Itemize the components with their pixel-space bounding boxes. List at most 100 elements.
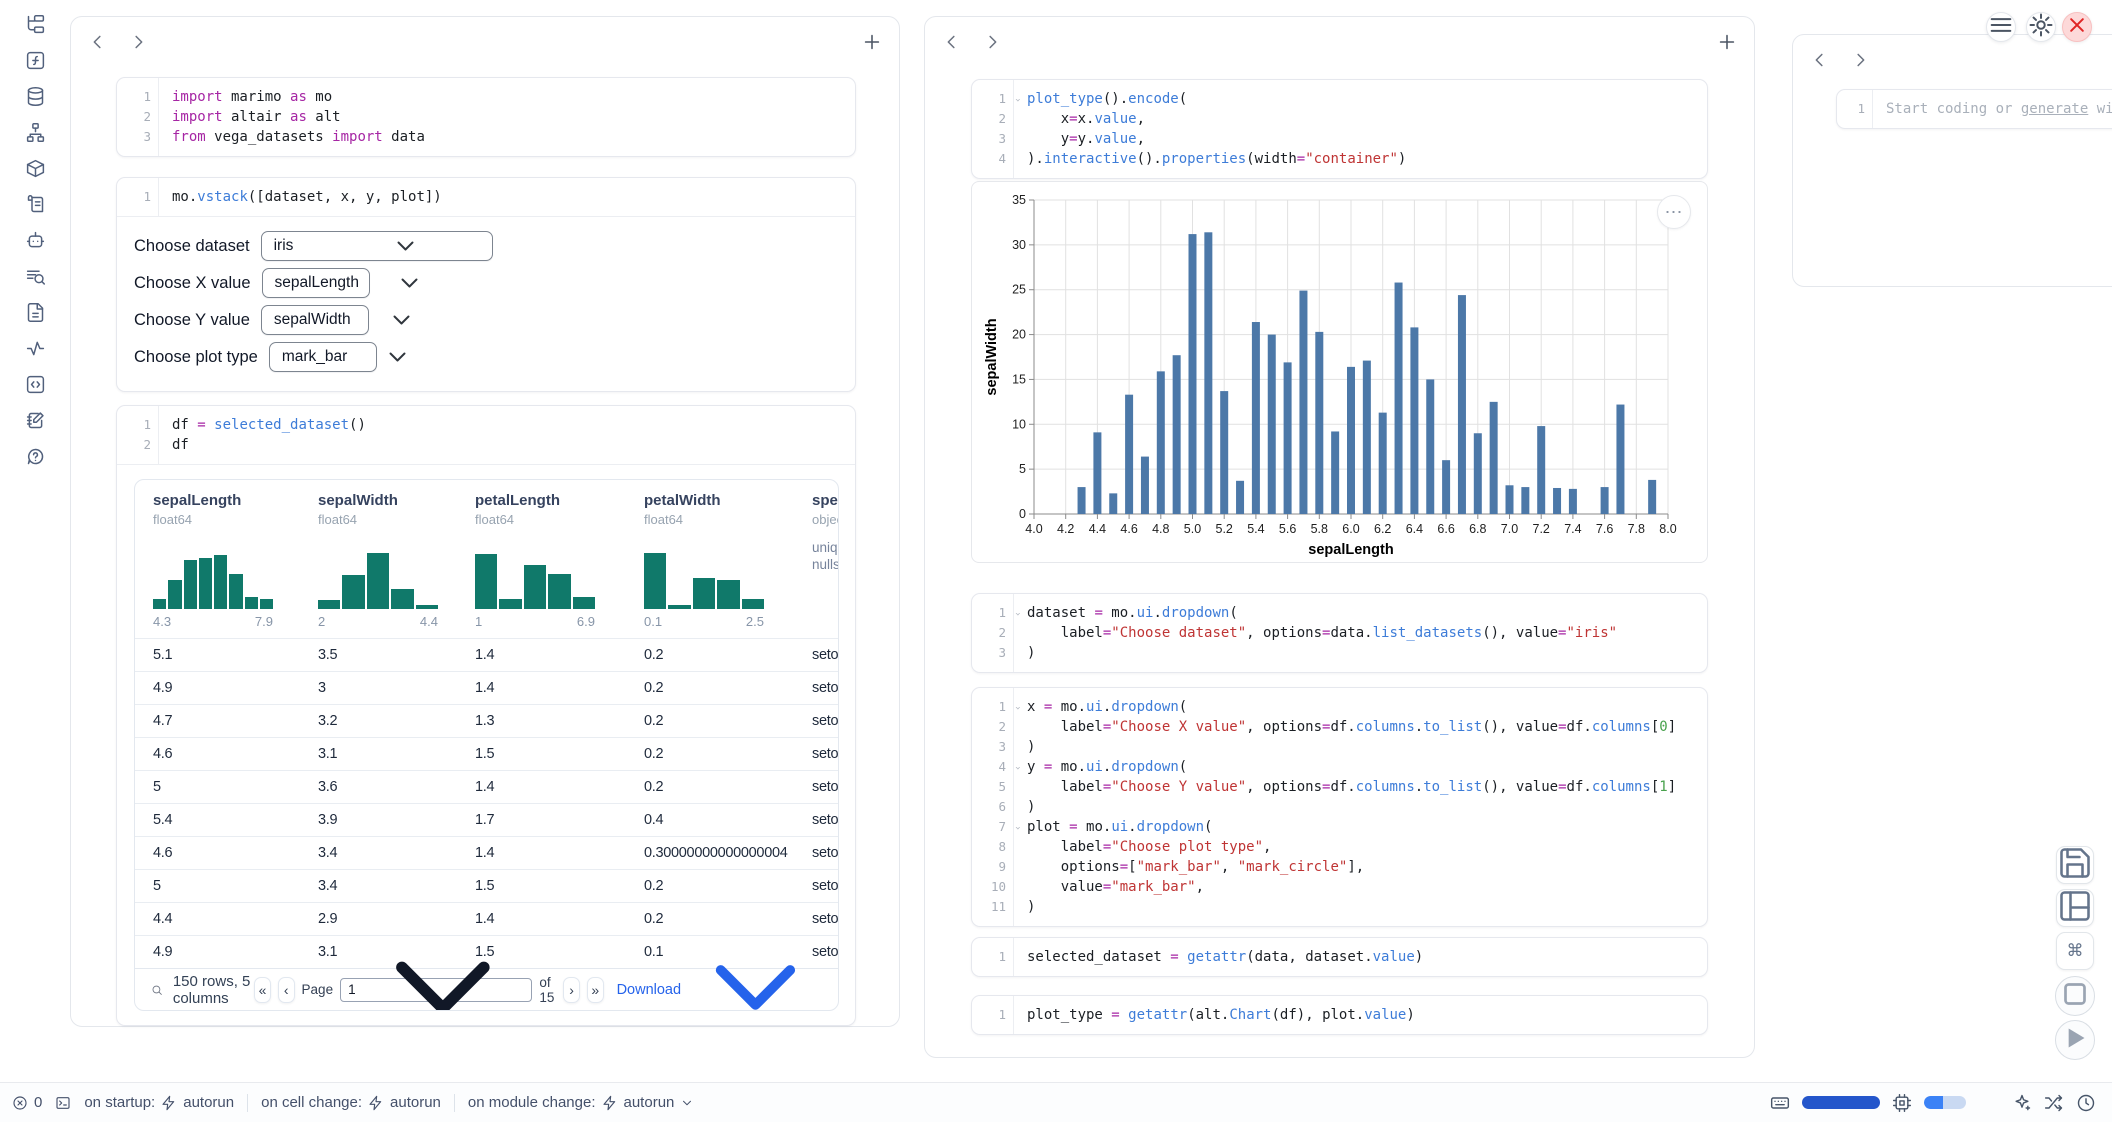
table-cell: 4.6 [135,746,300,762]
code-editor[interactable]: df = selected_dataset()df [159,406,855,464]
chart-menu-button[interactable]: ⋯ [1657,195,1691,229]
autorun-setting-0[interactable]: on startup:autorun [84,1094,234,1111]
cpu-indicator[interactable] [1892,1093,1912,1113]
keyboard-indicator[interactable] [1770,1093,1790,1113]
table-row[interactable]: 53.61.40.2setosa [135,770,838,803]
table-row[interactable]: 5.43.91.70.4setosa [135,803,838,836]
save-button[interactable] [2056,846,2094,884]
help-icon[interactable] [25,446,46,467]
table-row[interactable]: 4.73.21.30.2setosa [135,704,838,737]
menu-button[interactable] [1986,12,2016,42]
column-forward-button[interactable] [1849,49,1871,71]
interrupt-button[interactable] [2055,976,2095,1016]
column-type: float64 [318,512,457,530]
code-cell-imports[interactable]: 123 import marimo as moimport altair as … [116,77,856,157]
code-editor[interactable]: import marimo as moimport altair as altf… [159,78,855,156]
run-button[interactable] [2055,1020,2095,1060]
download-button[interactable]: Download [617,918,825,1011]
activity-icon[interactable] [25,338,46,359]
column-header-sepalLength[interactable]: sepalLengthfloat644.37.9 [135,480,300,638]
x-value-select[interactable]: sepalLength [262,268,370,298]
column-header-species[interactable]: speciesobjectunique:nulls: [794,480,838,638]
column-histogram [318,539,438,609]
code-editor[interactable]: mo.vstack([dataset, x, y, plot]) [159,178,855,216]
code-cell-dataset-dropdown[interactable]: 1›23 dataset = mo.ui.dropdown( label="Ch… [971,593,1708,673]
column-forward-button[interactable] [981,31,1003,53]
code-cell-dataframe[interactable]: 12 df = selected_dataset()df sepalLength… [116,405,856,1026]
function-icon[interactable] [25,50,46,71]
code-editor[interactable]: Start coding or generate with AI [1873,90,2112,128]
column-back-button[interactable] [1809,49,1831,71]
first-page-button[interactable]: « [254,977,271,1003]
code-editor[interactable]: plot_type().encode( x=x.value, y=y.value… [1014,80,1707,178]
svg-text:8.0: 8.0 [1659,522,1676,536]
code-cell-vstack[interactable]: 1 mo.vstack([dataset, x, y, plot]) Choos… [116,177,856,392]
generate-ai-link[interactable]: generate [2021,101,2088,117]
file-tree-icon[interactable] [25,14,46,35]
code-editor[interactable]: x = mo.ui.dropdown( label="Choose X valu… [1014,688,1707,926]
code-cell-plot-type[interactable]: 1 plot_type = getattr(alt.Chart(df), plo… [971,995,1708,1035]
table-row[interactable]: 4.63.11.50.2setosa [135,737,838,770]
code-editor[interactable]: selected_dataset = getattr(data, dataset… [1014,938,1707,976]
chevron-down-icon [686,918,825,1011]
plot-type-select[interactable]: mark_bar [269,342,377,372]
database-icon[interactable] [25,86,46,107]
next-page-button[interactable]: › [563,977,580,1003]
plot-type-control: Choose plot typemark_bar [134,342,838,372]
column-header-sepalWidth[interactable]: sepalWidthfloat6424.4 [300,480,457,638]
gear-icon [2027,11,2055,44]
column-header-petalWidth[interactable]: petalWidthfloat640.12.5 [626,480,794,638]
column-range: 24.4 [318,614,438,630]
history-button[interactable] [2076,1093,2096,1113]
table-row[interactable]: 4.931.40.2setosa [135,671,838,704]
add-cell-button[interactable] [861,31,883,53]
column-back-button[interactable] [941,31,963,53]
keyboard-shortcuts-button[interactable]: ⌘ [2056,932,2094,970]
add-cell-button[interactable] [1716,31,1738,53]
code-editor[interactable]: plot_type = getattr(alt.Chart(df), plot.… [1014,996,1707,1034]
page-select[interactable]: 1 [340,978,532,1002]
dataframe-table: sepalLengthfloat644.37.9sepalWidthfloat6… [134,479,839,1011]
setting-label: on cell change: [261,1094,362,1111]
table-row[interactable]: 53.41.50.2setosa [135,869,838,902]
empty-code-cell[interactable]: 1 Start coding or generate with AI [1836,89,2112,129]
column-header-petalLength[interactable]: petalLengthfloat6416.9 [457,480,626,638]
scratchpad-icon[interactable] [25,410,46,431]
column-forward-button[interactable] [127,31,149,53]
script-icon[interactable] [25,194,46,215]
autorun-setting-2[interactable]: on module change:autorun [468,1094,694,1111]
code-cell-xy-dropdowns[interactable]: 1›234›567›891011 x = mo.ui.dropdown( lab… [971,687,1708,927]
column-back-button[interactable] [87,31,109,53]
panel-layout-button[interactable] [2056,889,2094,927]
shuffle-button[interactable] [2044,1093,2064,1113]
terminal-button[interactable] [55,1095,71,1111]
chat-bot-icon[interactable] [25,230,46,251]
code-cell-selected-dataset[interactable]: 1 selected_dataset = getattr(data, datas… [971,937,1708,977]
table-cell: 5.4 [135,812,300,828]
svg-text:5: 5 [1019,462,1026,476]
table-cell: 0.2 [626,746,794,762]
code-snippet-icon[interactable] [25,374,46,395]
table-row[interactable]: 5.13.51.40.2setosa [135,638,838,671]
autorun-setting-1[interactable]: on cell change:autorun [261,1094,441,1111]
previous-page-button[interactable]: ‹ [278,977,295,1003]
close-panel-button[interactable] [2062,12,2092,42]
ai-sparkle-button[interactable] [2012,1093,2032,1113]
document-icon[interactable] [25,302,46,323]
code-cell-plot[interactable]: 1›234 plot_type().encode( x=x.value, y=y… [971,79,1708,179]
last-page-button[interactable]: » [587,977,604,1003]
code-editor[interactable]: dataset = mo.ui.dropdown( label="Choose … [1014,594,1707,672]
line-number: 5 [972,777,1013,797]
column-type: float64 [153,512,300,530]
package-icon[interactable] [25,158,46,179]
dataset-select[interactable]: iris [261,231,493,261]
table-cell: 3.9 [300,812,457,828]
dependency-graph-icon[interactable] [25,122,46,143]
search-list-icon[interactable] [25,266,46,287]
errors-indicator[interactable]: 0 [12,1094,42,1111]
search-icon[interactable] [151,980,163,1000]
y-value-select[interactable]: sepalWidth [261,305,369,335]
line-number-gutter: 1›234 [972,80,1014,178]
table-row[interactable]: 4.63.41.40.30000000000000004setosa [135,836,838,869]
settings-button[interactable] [2026,12,2056,42]
